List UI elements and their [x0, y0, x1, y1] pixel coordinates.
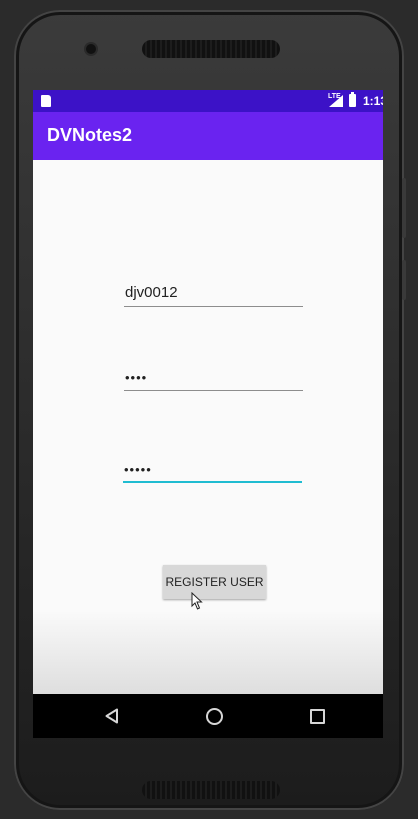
home-icon[interactable]	[206, 708, 223, 725]
confirm-password-value: •••••	[124, 462, 152, 477]
password-value: ••••	[125, 370, 148, 385]
password-underline	[124, 390, 303, 391]
username-value: djv0012	[125, 284, 178, 301]
bottom-speaker	[142, 781, 280, 799]
volume-button	[402, 178, 406, 238]
recents-icon[interactable]	[310, 709, 325, 724]
app-bar: DVNotes2	[33, 112, 383, 160]
power-button	[402, 260, 406, 300]
device-screen: LTE 1:13 DVNotes2 djv0012 •••• ••••• REG…	[33, 90, 383, 738]
confirm-password-underline	[123, 481, 302, 483]
sd-card-icon	[41, 95, 51, 107]
app-title: DVNotes2	[47, 125, 133, 145]
navigation-bar	[33, 694, 383, 738]
username-underline	[124, 306, 303, 307]
confirm-password-field[interactable]: •••••	[123, 453, 302, 483]
top-speaker	[142, 40, 280, 58]
back-icon[interactable]	[105, 708, 119, 724]
status-bar: LTE 1:13	[33, 90, 383, 112]
register-user-button[interactable]: REGISTER USER	[163, 565, 266, 599]
username-field[interactable]: djv0012	[124, 277, 303, 307]
mouse-pointer-icon	[191, 592, 203, 610]
status-time: 1:13	[363, 94, 383, 108]
battery-icon	[349, 92, 356, 107]
bottom-shadow	[33, 610, 383, 700]
front-camera	[86, 44, 96, 54]
signal-icon	[329, 95, 343, 107]
password-field[interactable]: ••••	[124, 361, 303, 391]
